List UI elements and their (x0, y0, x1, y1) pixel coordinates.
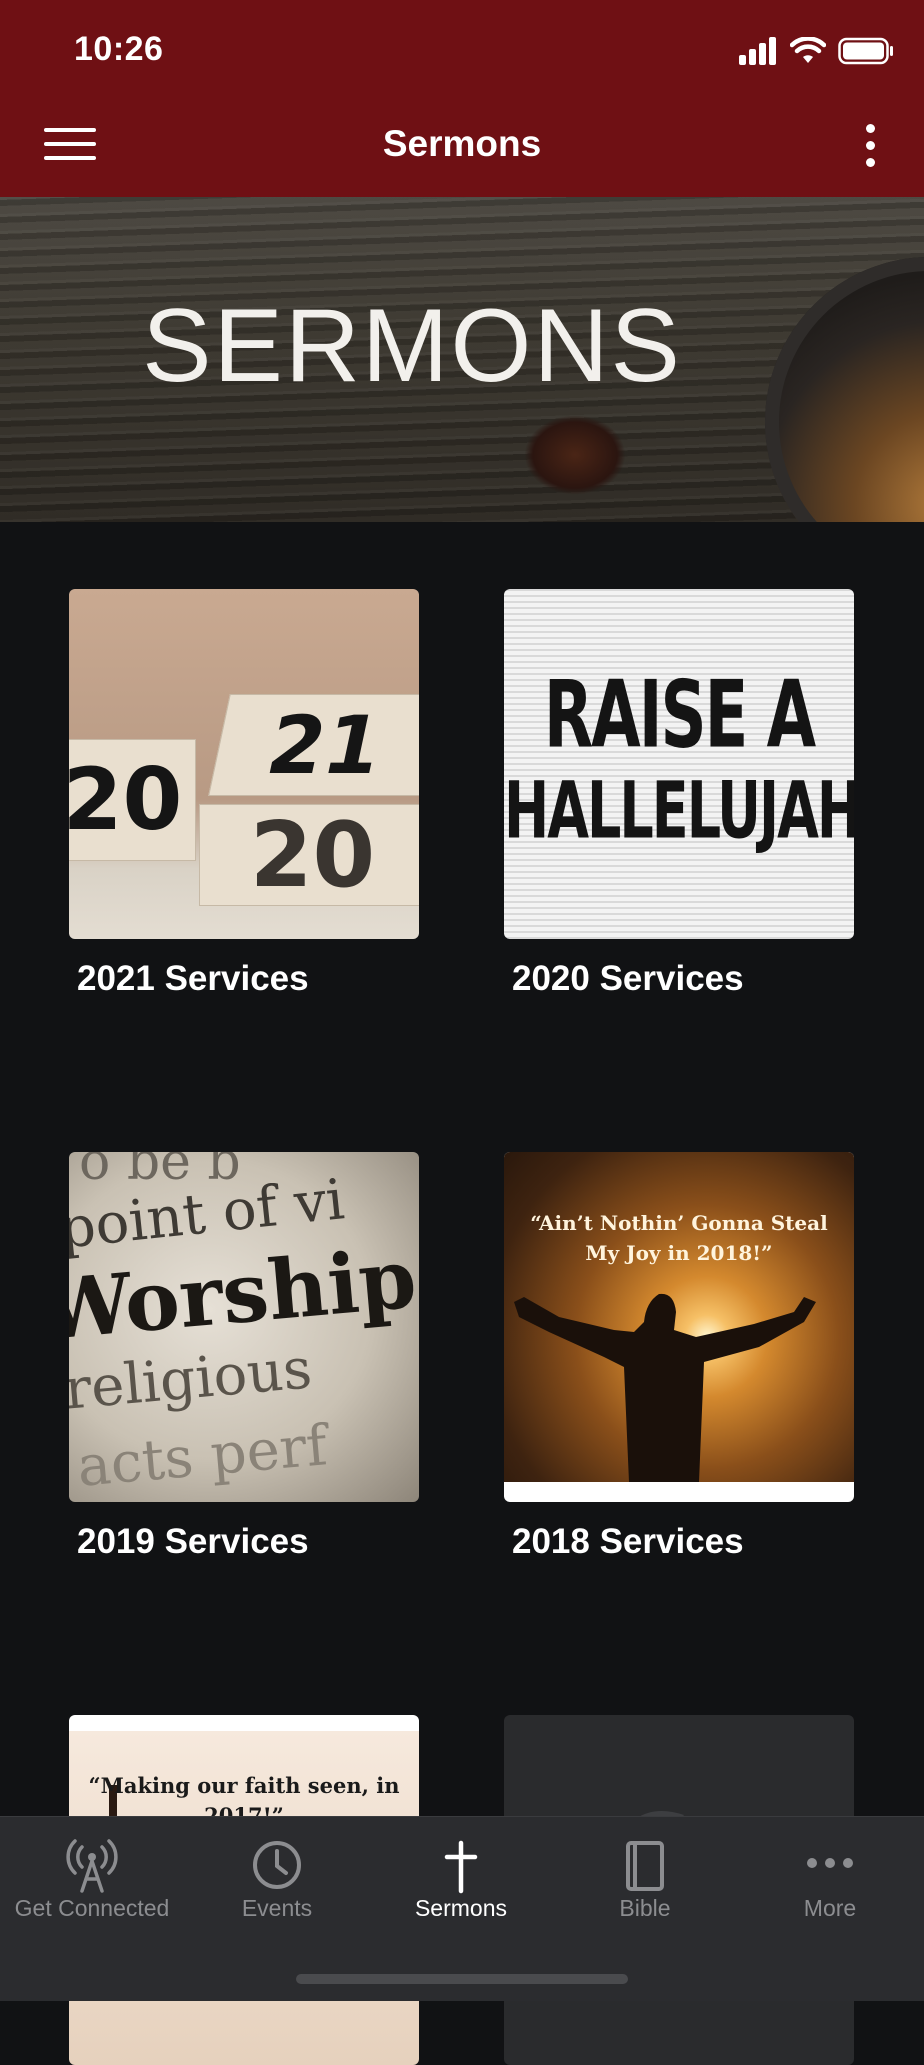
thumb-quote: “Ain’t Nothin’ Gonna Steal My Joy in 201… (530, 1211, 828, 1265)
block-top: 21 (208, 694, 419, 796)
card-title: 2019 Services (77, 1522, 309, 1561)
card-thumbnail: o be b point of vi Worship religious act… (69, 1152, 419, 1502)
kebab-dot-icon (865, 124, 875, 133)
card-title: 2021 Services (77, 959, 309, 998)
tab-get-connected[interactable]: Get Connected (0, 1817, 184, 1947)
antenna-icon (66, 1839, 118, 1893)
silhouette-icon (514, 1293, 816, 1482)
block-bottom: 20 (199, 803, 419, 908)
tab-label: Bible (619, 1895, 671, 1921)
thumb-headline-2: HALLELUJAH (504, 764, 854, 857)
page-title: Sermons (382, 123, 542, 164)
book-icon (626, 1841, 664, 1891)
sermon-card-2019[interactable]: o be b point of vi Worship religious act… (69, 1152, 419, 1562)
thumb-headline-1: RAISE A (543, 662, 816, 770)
card-thumbnail: RAISE A HALLELUJAH (504, 589, 854, 939)
tab-bible[interactable]: Bible (553, 1817, 737, 1947)
app-header: 10:26 Sermons (0, 0, 924, 197)
more-options-button[interactable] (862, 124, 878, 170)
sermon-card-2020[interactable]: RAISE A HALLELUJAH 2020 Services (504, 589, 854, 999)
card-thumbnail: “Ain’t Nothin’ Gonna Steal My Joy in 201… (504, 1152, 854, 1502)
banner-title: SERMONS (142, 288, 682, 404)
home-indicator[interactable] (296, 1974, 628, 1984)
signal-icon (739, 37, 776, 65)
battery-icon (838, 37, 893, 65)
cross-icon (444, 1840, 478, 1894)
tab-sermons[interactable]: Sermons (369, 1817, 553, 1947)
sermon-card-2021[interactable]: 20 20 21 2021 Services (69, 589, 419, 999)
wifi-icon (790, 37, 826, 63)
tab-events[interactable]: Events (185, 1817, 369, 1947)
sermons-banner: SERMONS (0, 197, 924, 522)
kebab-dot-icon (865, 141, 875, 150)
kebab-dot-icon (865, 158, 875, 167)
card-title: 2018 Services (512, 1522, 744, 1561)
tab-label: Events (241, 1895, 313, 1921)
tab-label: Sermons (414, 1895, 508, 1921)
thumb-word: acts perf (74, 1413, 330, 1500)
tab-more[interactable]: More (738, 1817, 922, 1947)
tab-label: Get Connected (14, 1895, 170, 1921)
card-title: 2020 Services (512, 959, 744, 998)
status-icons (738, 36, 894, 66)
status-time: 10:26 (74, 30, 164, 68)
block-left: 20 (69, 739, 196, 861)
card-thumbnail: 20 20 21 (69, 589, 419, 939)
more-icon (807, 1858, 853, 1868)
clock-icon (253, 1841, 301, 1889)
tab-label: More (803, 1895, 857, 1921)
sermon-card-2018[interactable]: “Ain’t Nothin’ Gonna Steal My Joy in 201… (504, 1152, 854, 1562)
